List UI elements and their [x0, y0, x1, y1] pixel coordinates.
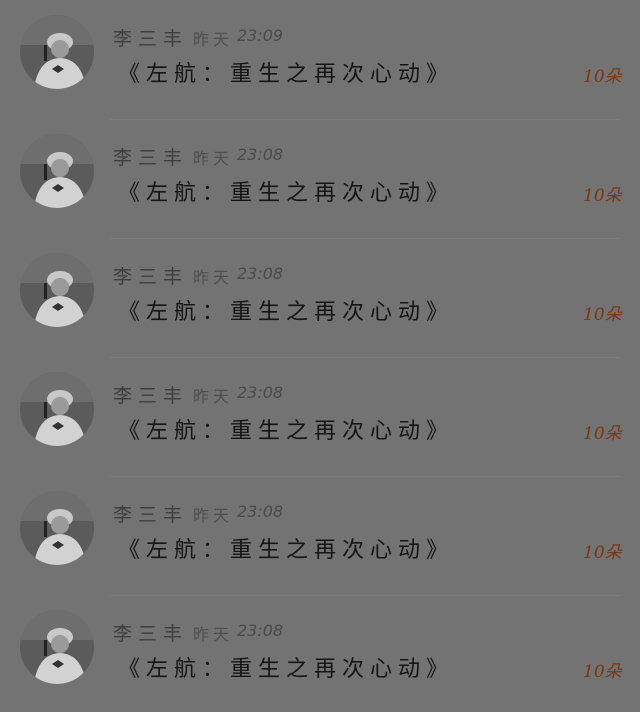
author-name: 李三丰 [113, 385, 189, 407]
user-avatar-icon[interactable] [20, 15, 94, 89]
message-day: 昨天 [193, 30, 234, 49]
flower-count: 10朵 [583, 67, 622, 87]
message-title: 《左航：重生之再次心动》 [118, 181, 455, 206]
message-title: 《左航：重生之再次心动》 [118, 657, 455, 682]
message-time: 23:09 [237, 26, 284, 45]
author-name: 李三丰 [113, 147, 189, 169]
message-time: 23:08 [237, 145, 284, 164]
user-avatar-icon[interactable] [20, 491, 94, 565]
message-day: 昨天 [193, 149, 234, 168]
flower-count: 10朵 [583, 305, 622, 325]
author-name: 李三丰 [113, 623, 189, 645]
message-time: 23:08 [237, 383, 284, 402]
flower-count: 10朵 [583, 186, 622, 206]
user-avatar-icon[interactable] [20, 253, 94, 327]
message-time: 23:08 [237, 264, 284, 283]
user-avatar-icon[interactable] [20, 610, 94, 684]
message-title: 《左航：重生之再次心动》 [118, 419, 455, 444]
message-title: 《左航：重生之再次心动》 [118, 62, 455, 87]
author-name: 李三丰 [113, 266, 189, 288]
flower-count: 10朵 [583, 424, 622, 444]
flower-count: 10朵 [583, 543, 622, 563]
message-time: 23:08 [237, 502, 284, 521]
message-item[interactable]: 李三丰 昨天 23:08 《左航：重生之再次心动》 10朵 [0, 357, 640, 477]
message-item[interactable]: 李三丰 昨天 23:08 《左航：重生之再次心动》 10朵 [0, 595, 640, 712]
author-name: 李三丰 [113, 504, 189, 526]
message-day: 昨天 [193, 625, 234, 644]
flower-count: 10朵 [583, 662, 622, 682]
message-item[interactable]: 李三丰 昨天 23:08 《左航：重生之再次心动》 10朵 [0, 119, 640, 239]
user-avatar-icon[interactable] [20, 134, 94, 208]
message-title: 《左航：重生之再次心动》 [118, 300, 455, 325]
message-time: 23:08 [237, 621, 284, 640]
message-item[interactable]: 李三丰 昨天 23:08 《左航：重生之再次心动》 10朵 [0, 476, 640, 596]
message-day: 昨天 [193, 268, 234, 287]
author-name: 李三丰 [113, 28, 189, 50]
message-item[interactable]: 李三丰 昨天 23:09 《左航：重生之再次心动》 10朵 [0, 0, 640, 120]
message-item[interactable]: 李三丰 昨天 23:08 《左航：重生之再次心动》 10朵 [0, 238, 640, 358]
message-title: 《左航：重生之再次心动》 [118, 538, 455, 563]
message-list: 李三丰 昨天 23:09 《左航：重生之再次心动》 10朵 李三丰 昨天 23:… [0, 0, 640, 712]
message-day: 昨天 [193, 387, 234, 406]
message-day: 昨天 [193, 506, 234, 525]
user-avatar-icon[interactable] [20, 372, 94, 446]
